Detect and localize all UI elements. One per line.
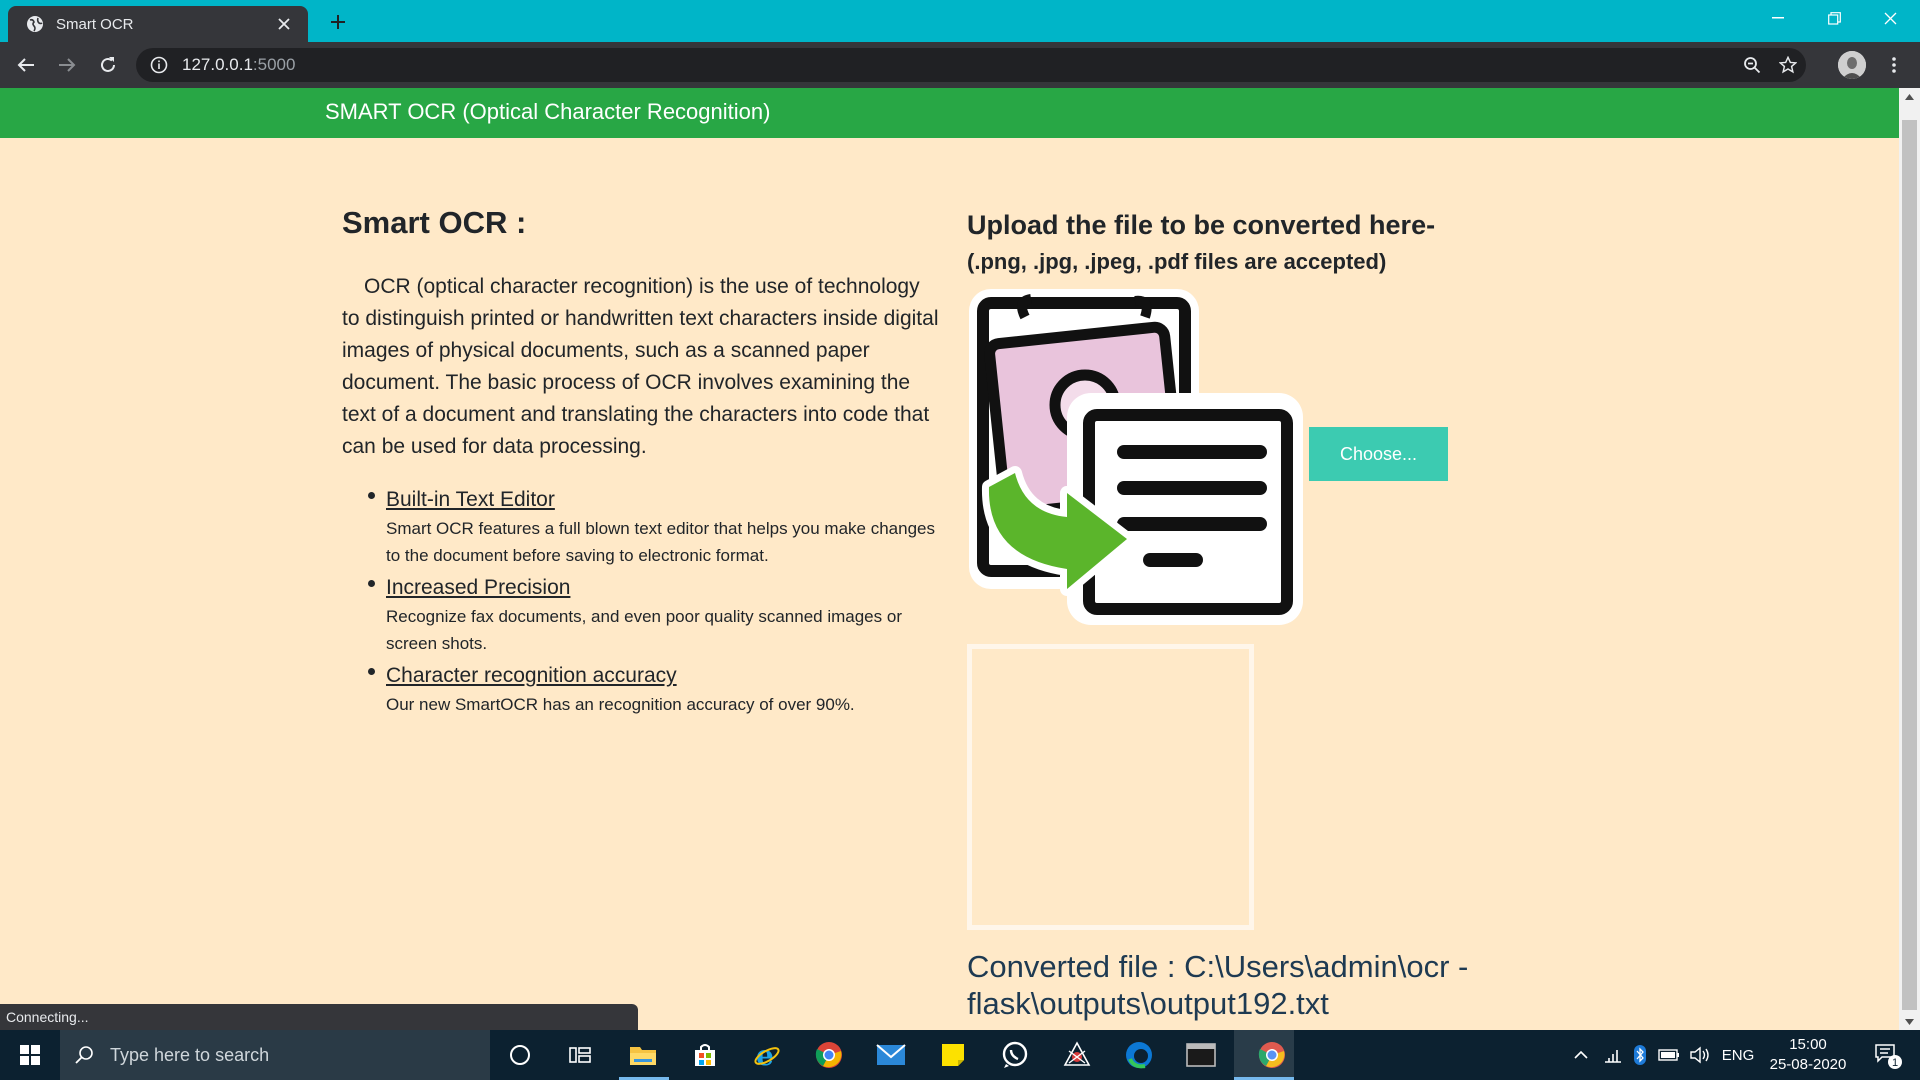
taskbar-search-placeholder: Type here to search (110, 1044, 270, 1065)
address-bar[interactable]: 127.0.0.1:5000 (136, 48, 1806, 82)
url-port: :5000 (252, 55, 296, 74)
tab-title: Smart OCR (56, 15, 134, 33)
feature-title-link[interactable]: Character recognition accuracy (386, 661, 942, 691)
converted-file-path: Converted file : C:\Users\admin\ocr - fl… (967, 949, 1469, 1021)
scroll-down-arrow-icon[interactable] (1899, 1013, 1920, 1030)
battery-icon[interactable] (1656, 1030, 1682, 1080)
show-hidden-icons-chevron-icon[interactable] (1568, 1030, 1594, 1080)
choose-file-button[interactable]: Choose... (1309, 427, 1448, 481)
restore-icon[interactable] (1806, 0, 1862, 36)
search-icon (75, 1046, 93, 1064)
internet-explorer-icon[interactable]: e (749, 1037, 785, 1073)
whatsapp-icon[interactable] (997, 1037, 1033, 1073)
browser-toolbar: 127.0.0.1:5000 (0, 42, 1920, 88)
browser-menu-icon[interactable] (1882, 51, 1906, 79)
back-arrow-icon[interactable] (12, 51, 40, 79)
taskbar-clock[interactable]: 15:00 25-08-2020 (1762, 1035, 1854, 1075)
url-text: 127.0.0.1:5000 (182, 55, 295, 75)
navbar-brand[interactable]: SMART OCR (Optical Character Recognition… (325, 99, 770, 125)
intro-description: OCR (optical character recognition) is t… (342, 275, 939, 458)
wifi-icon[interactable] (1600, 1030, 1626, 1080)
bullet-icon (368, 492, 375, 499)
clock-date: 25-08-2020 (1769, 1056, 1847, 1073)
site-info-icon[interactable] (150, 56, 168, 74)
page-scrollbar[interactable] (1899, 88, 1920, 1030)
feature-item: Increased Precision Recognize fax docume… (368, 573, 942, 657)
microsoft-store-icon[interactable] (687, 1037, 723, 1073)
ocr-convert-illustration-icon (969, 289, 1303, 625)
feature-item: Built-in Text Editor Smart OCR features … (368, 485, 942, 569)
upload-title: Upload the file to be converted here- (967, 210, 1436, 240)
cortana-icon[interactable] (502, 1037, 538, 1073)
windows-start-icon[interactable] (0, 1030, 60, 1080)
globe-icon (27, 16, 43, 32)
intro-section: Smart OCR : OCR (optical character recog… (342, 205, 942, 722)
active-app-highlight (1234, 1030, 1294, 1080)
close-tab-icon[interactable] (272, 12, 296, 36)
minimize-icon[interactable] (1750, 0, 1806, 36)
bookmark-star-icon[interactable] (1774, 48, 1802, 82)
taskbar-search-box[interactable]: Type here to search (60, 1030, 490, 1080)
feature-title-link[interactable]: Increased Precision (386, 573, 942, 603)
forward-arrow-icon[interactable] (53, 51, 81, 79)
notification-count: 1 (1892, 1057, 1898, 1069)
browser-title-bar: Smart OCR (0, 0, 1920, 42)
volume-icon[interactable] (1686, 1030, 1714, 1080)
upload-section: Upload the file to be converted here- (.… (967, 210, 1527, 275)
url-host: 127.0.0.1 (182, 55, 253, 74)
scrollbar-thumb[interactable] (1902, 120, 1917, 1010)
reload-icon[interactable] (94, 51, 122, 79)
action-center-icon[interactable]: 1 (1866, 1030, 1910, 1080)
feature-description: Our new SmartOCR has an recognition accu… (386, 695, 855, 714)
bullet-icon (368, 580, 375, 587)
spider-app-icon[interactable] (1059, 1037, 1095, 1073)
intro-heading: Smart OCR : (342, 205, 527, 240)
command-prompt-icon[interactable] (1183, 1037, 1219, 1073)
task-view-icon[interactable] (562, 1037, 598, 1073)
feature-description: Smart OCR features a full blown text edi… (386, 519, 935, 565)
zoom-icon[interactable] (1738, 48, 1766, 82)
site-navbar: SMART OCR (Optical Character Recognition… (0, 88, 1899, 138)
edge-icon[interactable] (1121, 1037, 1157, 1073)
feature-item: Character recognition accuracy Our new S… (368, 661, 942, 718)
file-explorer-icon[interactable] (625, 1037, 661, 1073)
bluetooth-icon[interactable] (1628, 1030, 1652, 1080)
language-indicator[interactable]: ENG (1718, 1030, 1758, 1080)
sticky-notes-icon[interactable] (935, 1037, 971, 1073)
close-window-icon[interactable] (1862, 0, 1918, 36)
clock-time: 15:00 (1789, 1036, 1827, 1053)
chrome-icon[interactable] (811, 1037, 847, 1073)
browser-status-bar: Connecting... (0, 1004, 638, 1030)
bullet-icon (368, 668, 375, 675)
feature-description: Recognize fax documents, and even poor q… (386, 607, 902, 653)
accepted-formats-text: (.png, .jpg, .jpeg, .pdf files are accep… (967, 249, 1387, 274)
mail-icon[interactable] (873, 1037, 909, 1073)
scroll-up-arrow-icon[interactable] (1899, 88, 1920, 105)
feature-list: Built-in Text Editor Smart OCR features … (368, 485, 942, 718)
browser-tab[interactable]: Smart OCR (8, 6, 308, 42)
image-preview-box (967, 644, 1254, 930)
profile-avatar[interactable] (1838, 51, 1866, 79)
feature-title-link[interactable]: Built-in Text Editor (386, 485, 942, 515)
windows-taskbar: Type here to search e ENG 15:00 25-08-20… (0, 1030, 1920, 1080)
new-tab-plus-icon[interactable] (324, 8, 352, 36)
